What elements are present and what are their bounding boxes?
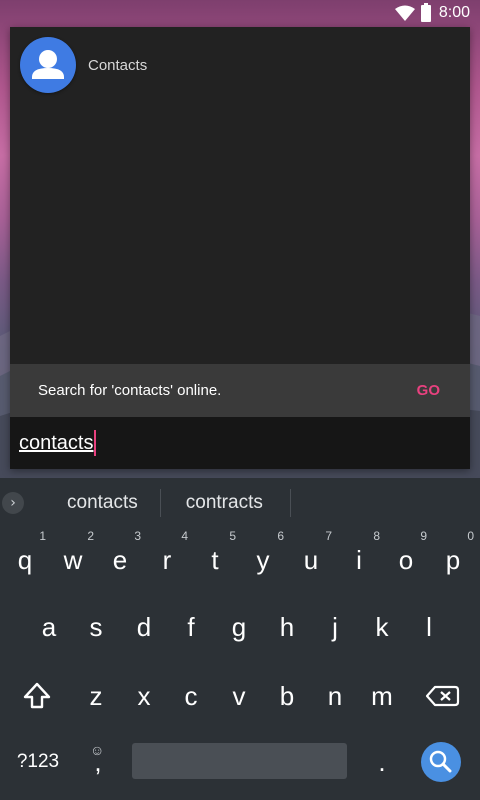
symbols-key[interactable]: ?123 xyxy=(10,737,66,787)
text-cursor xyxy=(94,430,97,456)
app-result-contacts[interactable]: Contacts xyxy=(20,37,147,93)
key-b[interactable]: b xyxy=(263,671,311,721)
key-w[interactable]: w2 xyxy=(49,529,97,585)
key-n[interactable]: n xyxy=(311,671,359,721)
key-o[interactable]: o9 xyxy=(382,529,430,585)
suggestion-contacts[interactable]: contacts xyxy=(67,488,138,518)
key-s[interactable]: s xyxy=(72,602,120,652)
suggestion-contracts[interactable]: contracts xyxy=(186,488,263,518)
key-u[interactable]: u7 xyxy=(287,529,335,585)
status-time: 8:00 xyxy=(438,4,470,21)
key-hint: 3 xyxy=(134,529,141,543)
search-icon xyxy=(429,750,452,773)
key-label: e xyxy=(112,545,128,575)
go-button[interactable]: GO xyxy=(417,382,440,399)
key-x[interactable]: x xyxy=(120,671,168,721)
key-g[interactable]: g xyxy=(215,602,263,652)
key-label: y xyxy=(256,545,270,575)
keyboard-suggestion-strip: › contacts contracts xyxy=(0,478,480,528)
shift-icon xyxy=(23,682,51,709)
key-e[interactable]: e3 xyxy=(96,529,144,585)
key-f[interactable]: f xyxy=(167,602,215,652)
backspace-icon xyxy=(425,685,460,707)
key-m[interactable]: m xyxy=(358,671,406,721)
key-a[interactable]: a xyxy=(25,602,73,652)
key-v[interactable]: v xyxy=(215,671,263,721)
key-h[interactable]: h xyxy=(263,602,311,652)
app-result-label: Contacts xyxy=(88,56,148,74)
space-key[interactable] xyxy=(132,743,347,779)
key-hint: 7 xyxy=(325,529,332,543)
keyboard: q1 w2 e3 r4 t5 y6 u7 i8 o9 p0 a s d f g … xyxy=(0,528,480,800)
key-label: t xyxy=(211,545,219,575)
key-y[interactable]: y6 xyxy=(239,529,287,585)
search-query-text: contacts xyxy=(19,431,94,454)
status-bar: 8:00 xyxy=(0,0,480,26)
key-label: i xyxy=(356,545,362,575)
web-search-text: Search for 'contacts' online. xyxy=(38,382,222,399)
shift-key[interactable] xyxy=(13,671,61,721)
key-hint: 1 xyxy=(39,529,46,543)
period-key[interactable]: . xyxy=(358,737,406,787)
key-hint: 4 xyxy=(181,529,188,543)
battery-icon xyxy=(420,2,431,22)
key-hint: 2 xyxy=(87,529,94,543)
key-hint: 0 xyxy=(467,529,474,543)
key-j[interactable]: j xyxy=(311,602,359,652)
emoji-icon: ☺ xyxy=(90,742,105,758)
key-t[interactable]: t5 xyxy=(191,529,239,585)
key-label: p xyxy=(445,545,461,575)
key-p[interactable]: p0 xyxy=(429,529,477,585)
key-label: w xyxy=(63,545,83,575)
comma-key[interactable]: ☺ , xyxy=(74,737,122,787)
key-z[interactable]: z xyxy=(72,671,120,721)
key-d[interactable]: d xyxy=(120,602,168,652)
search-panel: Contacts Search for 'contacts' online. G… xyxy=(10,27,470,469)
key-hint: 6 xyxy=(277,529,284,543)
wifi-icon xyxy=(394,5,415,21)
key-r[interactable]: r4 xyxy=(143,529,191,585)
backspace-key[interactable] xyxy=(418,671,466,721)
strip-divider xyxy=(159,489,161,517)
key-hint: 9 xyxy=(420,529,427,543)
key-hint: 8 xyxy=(373,529,380,543)
key-c[interactable]: c xyxy=(167,671,215,721)
web-search-suggestion[interactable]: Search for 'contacts' online. GO xyxy=(10,364,470,417)
key-k[interactable]: k xyxy=(358,602,406,652)
key-label: q xyxy=(17,545,33,575)
strip-divider xyxy=(289,489,291,517)
key-hint: 5 xyxy=(229,529,236,543)
key-label: r xyxy=(162,545,172,575)
key-label: u xyxy=(303,545,319,575)
key-l[interactable]: l xyxy=(405,602,453,652)
search-enter-key[interactable] xyxy=(421,742,461,782)
chevron-right-icon[interactable]: › xyxy=(2,492,24,514)
search-input[interactable]: contacts xyxy=(10,417,470,469)
contacts-person-icon xyxy=(20,37,76,93)
key-i[interactable]: i8 xyxy=(335,529,383,585)
key-q[interactable]: q1 xyxy=(1,529,49,585)
key-label: o xyxy=(398,545,414,575)
